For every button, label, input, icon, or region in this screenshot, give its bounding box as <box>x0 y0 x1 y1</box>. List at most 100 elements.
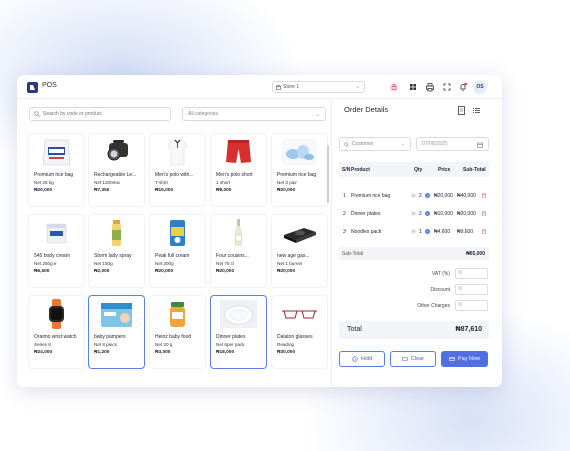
category-select[interactable]: All categories ⌄ <box>182 107 326 121</box>
row-product: Dinner plates <box>351 211 381 217</box>
top-bar: POS Store 1 ⌄ OS <box>17 75 502 99</box>
row-product: Premium rice bag <box>351 193 391 199</box>
date-value: 07/08/2025 <box>422 141 448 147</box>
polo-shirt-image <box>167 139 188 166</box>
order-table-header: S/N Product Qty Price Sub-Total <box>339 162 489 177</box>
product-card[interactable]: Heinz baby food Net 20 g ₦3,000 <box>150 296 205 368</box>
product-price: ₦18,000 <box>216 350 235 355</box>
product-price: ₦6,500 <box>34 269 50 274</box>
rice-bag-image <box>42 139 71 166</box>
trash-icon[interactable] <box>482 229 486 234</box>
product-name: new age gas... <box>277 253 310 259</box>
product-name: Premium rice bag <box>277 172 317 178</box>
increase-qty-button[interactable]: + <box>425 193 430 198</box>
col-subtotal: Sub-Total <box>463 167 486 173</box>
list-icon[interactable] <box>472 106 481 115</box>
product-card[interactable]: Rechargeable Le... Net 1200mw ₦7,350 <box>89 134 144 206</box>
product-name: baby pampers <box>94 334 126 340</box>
discount-label: Discount <box>430 287 450 293</box>
pay-now-button[interactable]: Pay Now <box>441 351 488 367</box>
grid-icon[interactable] <box>408 82 418 92</box>
date-field[interactable]: 07/08/2025 <box>416 137 489 151</box>
calendar-icon <box>477 142 483 148</box>
product-price: ₦1,200 <box>94 350 110 355</box>
row-subtotal: ₦9,600 <box>457 229 474 235</box>
product-size: Net 3 pair <box>277 180 297 185</box>
other-charges-input[interactable]: 0 <box>455 300 488 311</box>
store-select[interactable]: Store 1 ⌄ <box>272 81 365 93</box>
product-card[interactable]: Premium rice bag Net 3 pair ₦20,000 <box>272 134 327 206</box>
product-name: 545 body cream <box>34 253 70 259</box>
product-card[interactable]: new age gas... Net 1 burner ₦20,000 <box>272 215 327 287</box>
chevron-down-icon: ⌄ <box>355 84 360 90</box>
product-card[interactable]: baby pampers Net 8 piecs ₦1,200 <box>89 296 144 368</box>
subtotal-row: Sub-Total ₦65,000 <box>339 247 489 260</box>
hold-label: Hold <box>360 356 373 362</box>
vat-input[interactable]: 0 <box>455 268 488 279</box>
total-value: ₦87,610 <box>455 326 482 333</box>
chevron-down-icon: ⌄ <box>315 112 320 118</box>
product-card[interactable]: Premium rice bag Net 25 kg ₦20,000 <box>29 134 84 206</box>
avatar[interactable]: OS <box>473 80 487 94</box>
product-name: Oraimo wrist watch <box>34 334 77 340</box>
row-qty: 2 <box>419 211 422 217</box>
hold-button[interactable]: Hold <box>339 351 385 367</box>
order-details-title: Order Details <box>344 105 389 114</box>
trash-icon[interactable] <box>482 193 486 198</box>
increase-qty-button[interactable]: + <box>425 211 430 216</box>
product-name: Heinz baby food <box>155 334 192 340</box>
pay-now-label: Pay Now <box>457 356 480 362</box>
product-card[interactable]: Men's polo with... T-shirt ₦15,000 <box>150 134 205 206</box>
pos-window: POS Store 1 ⌄ OS Search by code or produ… <box>17 75 502 387</box>
search-box[interactable] <box>29 107 171 121</box>
product-size: Net 6per pack <box>216 342 245 347</box>
trash-icon[interactable] <box>482 211 486 216</box>
subtotal-label: Sub-Total <box>342 251 364 257</box>
row-price: ₦20,000 <box>434 193 453 199</box>
col-qty: Qty <box>414 167 423 173</box>
product-scrollbar[interactable] <box>327 145 329 203</box>
clear-button[interactable]: Clear <box>390 351 436 367</box>
search-input[interactable] <box>43 111 163 117</box>
customer-select[interactable]: Customer ⌄ <box>339 137 411 151</box>
product-card[interactable]: Dinner plates Net 6per pack ₦18,000 <box>211 296 266 368</box>
decrease-qty-button[interactable]: − <box>411 229 416 234</box>
decrease-qty-button[interactable]: − <box>411 211 416 216</box>
col-price: Price <box>438 167 451 173</box>
product-card[interactable]: Dalaton glasses Reading ₦30,000 <box>272 296 327 368</box>
product-name: Men's polo short <box>216 172 253 178</box>
product-card[interactable]: Four cousins... Net 75 cl ₦20,000 <box>211 215 266 287</box>
fullscreen-icon[interactable] <box>442 82 452 92</box>
printer-icon[interactable] <box>425 82 435 92</box>
product-size: Net 8 piecs <box>94 342 117 347</box>
socks-image <box>282 139 317 165</box>
table-row: 2 Dinner plates − 2 + ₦10,000 ₦20,000 <box>339 208 489 220</box>
clear-icon <box>402 357 408 361</box>
discount-input[interactable]: 0 <box>455 284 488 295</box>
search-icon <box>34 111 40 117</box>
product-price: ₦20,000 <box>277 188 296 193</box>
hold-icon <box>352 356 358 362</box>
category-select-value: All categories <box>188 111 219 117</box>
product-card[interactable]: Peak full cream Net 300g ₦20,000 <box>150 215 205 287</box>
row-subtotal: ₦20,000 <box>457 211 476 217</box>
product-card[interactable]: 545 body cream Net 250g e ₦6,500 <box>29 215 84 287</box>
row-product: Noodles pack <box>351 229 382 235</box>
spray-can-image <box>112 220 121 246</box>
wine-bottle-image <box>235 219 242 246</box>
product-card[interactable]: Storm lady spray Net 150g ₦2,000 <box>89 215 144 287</box>
receipt-icon[interactable] <box>457 106 466 115</box>
lock-icon[interactable] <box>389 82 399 92</box>
decrease-qty-button[interactable]: − <box>411 193 416 198</box>
bell-icon[interactable] <box>458 82 468 92</box>
row-sn: 3 <box>343 229 346 235</box>
increase-qty-button[interactable]: + <box>425 229 430 234</box>
product-size: Net 250g e <box>34 261 57 266</box>
diapers-pack-image <box>101 303 132 327</box>
product-size: Series 8 <box>34 342 51 347</box>
product-card[interactable]: Oraimo wrist watch Series 8 ₦24,000 <box>29 296 84 368</box>
gas-burner-image <box>284 228 316 243</box>
dinner-plate-image <box>220 300 257 328</box>
body-cream-image <box>46 223 67 244</box>
product-card[interactable]: Men's polo short 1 short ₦8,000 <box>211 134 266 206</box>
